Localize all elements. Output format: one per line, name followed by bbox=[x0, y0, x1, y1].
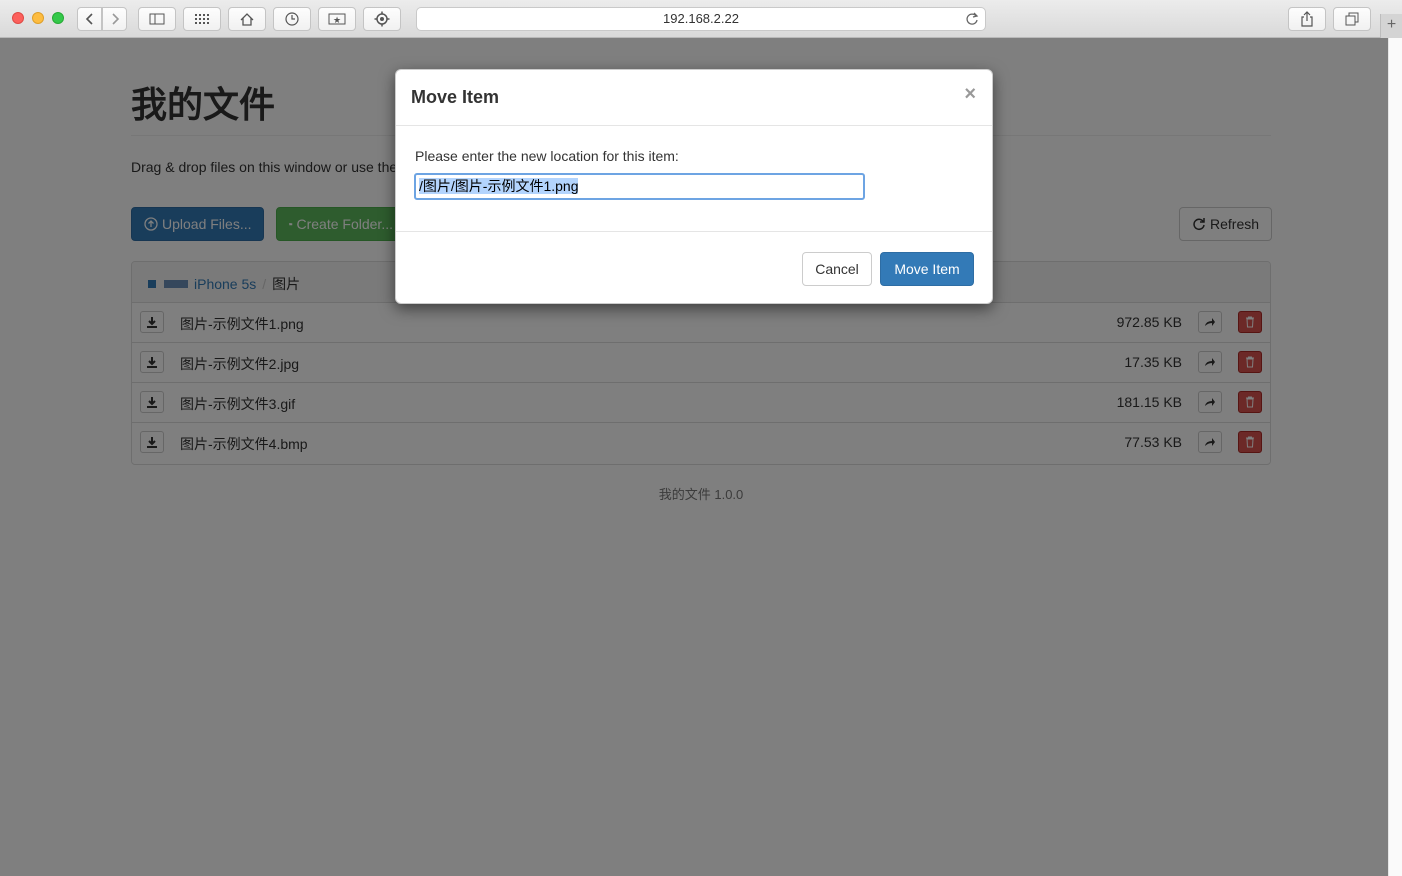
history-button[interactable] bbox=[273, 7, 311, 31]
bookmarks-button[interactable]: ★ bbox=[318, 7, 356, 31]
dialog-prompt: Please enter the new location for this i… bbox=[415, 148, 679, 164]
new-tab-button[interactable]: + bbox=[1380, 14, 1402, 38]
dialog-header: Move Item × bbox=[396, 70, 992, 126]
cancel-button[interactable]: Cancel bbox=[802, 252, 872, 286]
input-selected-text: /图片/图片-示例文件1.png bbox=[419, 178, 579, 194]
sidebar-toggle-button[interactable] bbox=[138, 7, 176, 31]
new-location-input[interactable]: /图片/图片-示例文件1.png bbox=[414, 173, 865, 200]
dialog-title: Move Item bbox=[411, 87, 500, 107]
browser-toolbar: ★ 192.168.2.22 + bbox=[0, 0, 1402, 38]
grid-icon bbox=[195, 14, 209, 24]
home-button[interactable] bbox=[228, 7, 266, 31]
settings-button[interactable] bbox=[363, 7, 401, 31]
address-bar[interactable]: 192.168.2.22 bbox=[416, 7, 986, 31]
dialog-footer: Cancel Move Item bbox=[396, 232, 992, 304]
zoom-window-button[interactable] bbox=[52, 12, 64, 24]
close-window-button[interactable] bbox=[12, 12, 24, 24]
tabs-overview-button[interactable] bbox=[1333, 7, 1371, 31]
tabs-icon bbox=[1345, 12, 1359, 26]
back-button[interactable] bbox=[77, 7, 102, 31]
share-button[interactable] bbox=[1288, 7, 1326, 31]
move-item-button[interactable]: Move Item bbox=[880, 252, 974, 286]
star-icon: ★ bbox=[328, 13, 346, 25]
move-item-dialog: Move Item × Please enter the new locatio… bbox=[395, 69, 993, 304]
gear-icon bbox=[374, 11, 390, 27]
share-icon bbox=[1301, 11, 1313, 27]
chevron-right-icon bbox=[111, 13, 119, 25]
dialog-body: Please enter the new location for this i… bbox=[396, 126, 992, 232]
close-icon[interactable]: × bbox=[964, 84, 976, 104]
top-sites-button[interactable] bbox=[183, 7, 221, 31]
minimize-window-button[interactable] bbox=[32, 12, 44, 24]
clock-icon bbox=[285, 12, 299, 26]
svg-text:★: ★ bbox=[333, 15, 341, 25]
page-scrollbar[interactable] bbox=[1388, 38, 1402, 876]
home-icon bbox=[240, 12, 254, 26]
chevron-left-icon bbox=[85, 13, 93, 25]
forward-button[interactable] bbox=[102, 7, 127, 31]
address-text: 192.168.2.22 bbox=[663, 11, 739, 26]
sidebar-icon bbox=[149, 13, 165, 25]
reload-icon[interactable] bbox=[965, 12, 979, 26]
